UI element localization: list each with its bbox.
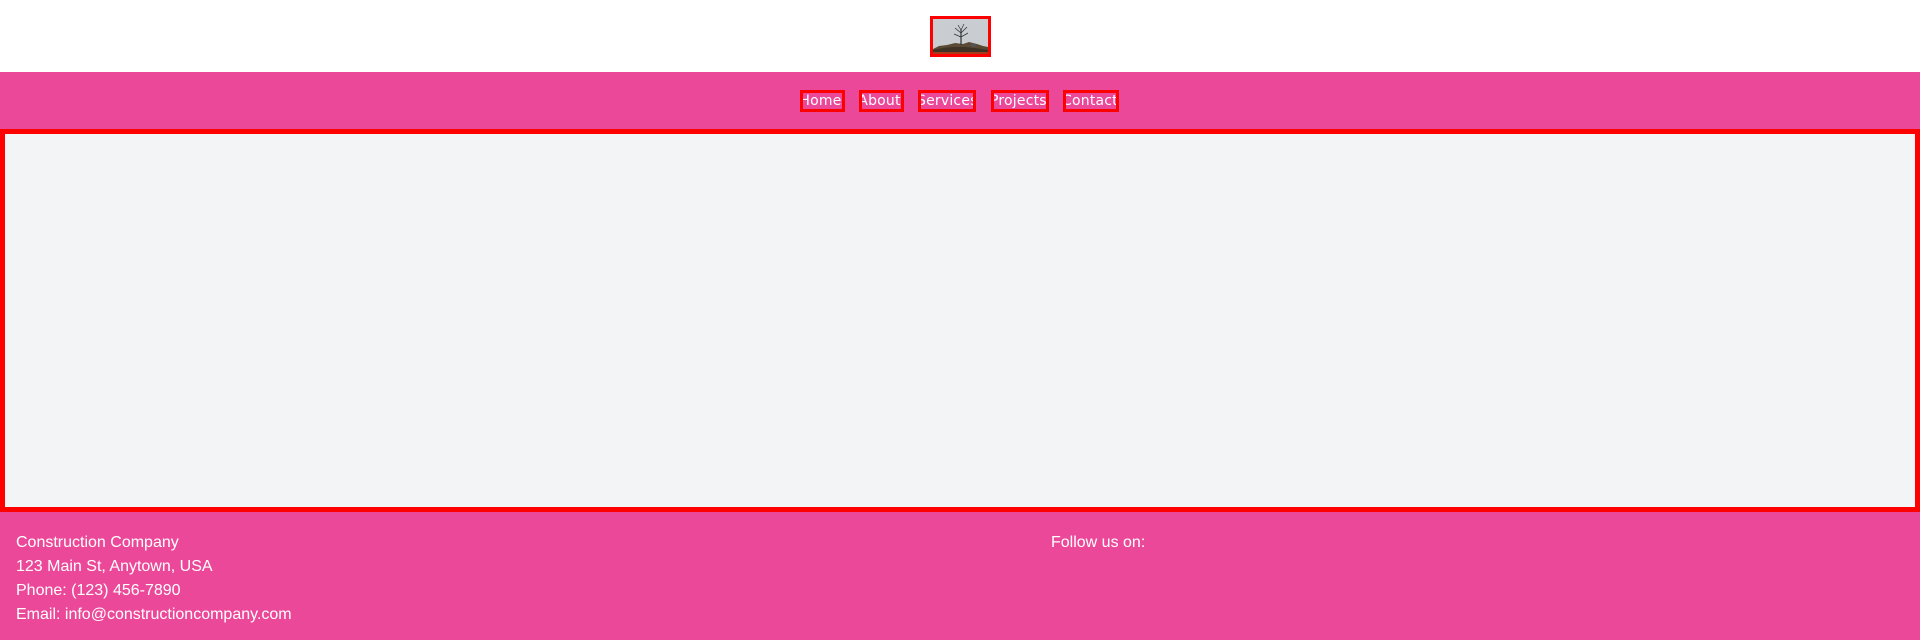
company-name: Construction Company <box>16 534 179 551</box>
nav-link-home[interactable]: Home <box>800 90 845 112</box>
company-email: Email: info@constructioncompany.com <box>16 606 292 623</box>
site-footer: Construction Company 123 Main St, Anytow… <box>0 512 1920 640</box>
site-header <box>0 0 1920 72</box>
main-navigation: Home About Services Projects Contact <box>0 72 1920 129</box>
nav-link-about[interactable]: About <box>859 90 904 112</box>
company-contact-info: Construction Company 123 Main St, Anytow… <box>16 531 292 627</box>
main-content-area <box>0 129 1920 512</box>
company-phone: Phone: (123) 456-7890 <box>16 582 181 599</box>
nav-link-label: Services <box>918 93 976 109</box>
nav-link-projects[interactable]: Projects <box>991 90 1049 112</box>
nav-link-label: Projects <box>991 93 1047 109</box>
nav-link-contact[interactable]: Contact <box>1063 90 1119 112</box>
nav-link-label: Contact <box>1063 93 1118 109</box>
logo-image[interactable] <box>930 16 991 57</box>
nav-link-services[interactable]: Services <box>918 90 976 112</box>
company-address: 123 Main St, Anytown, USA <box>16 558 213 575</box>
tree-on-rock-icon <box>933 19 988 54</box>
nav-link-label: Home <box>800 93 842 109</box>
nav-link-label: About <box>859 93 901 109</box>
follow-us-label: Follow us on: <box>1051 534 1146 551</box>
